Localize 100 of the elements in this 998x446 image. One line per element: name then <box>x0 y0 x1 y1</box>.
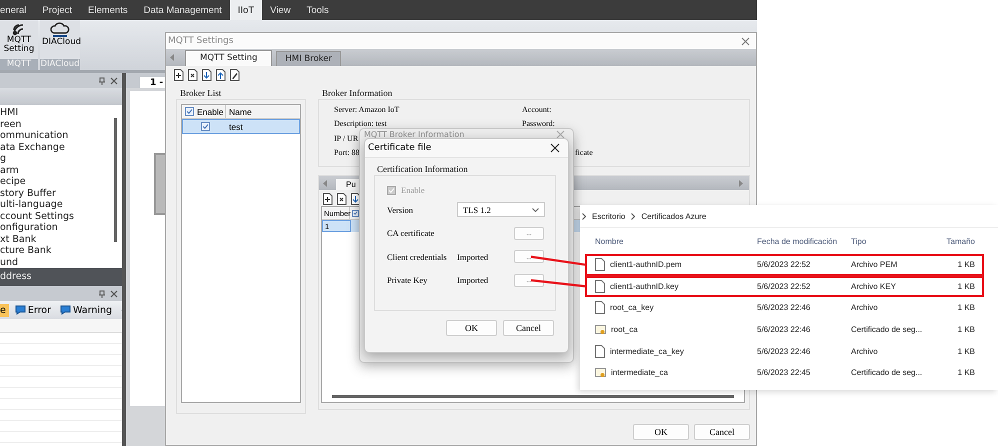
filter-button[interactable]: Error <box>14 304 54 316</box>
file-name[interactable]: intermediate_ca_key <box>610 346 684 356</box>
annotation-line <box>530 256 586 266</box>
file-name[interactable]: intermediate_ca <box>611 368 668 378</box>
column-header[interactable]: Tipo <box>851 236 930 246</box>
dialog-button[interactable]: Cancel <box>503 320 554 336</box>
field-label: Private Key <box>387 275 428 286</box>
export-icon[interactable] <box>216 68 226 80</box>
delete-icon[interactable] <box>337 192 347 204</box>
group-label: DIACloud <box>40 59 80 70</box>
window-title: MQTT Settings <box>168 36 234 46</box>
checkbox[interactable] <box>352 210 359 216</box>
table-cell-text: Archivo PEM <box>851 260 898 270</box>
scroll-left-icon <box>170 54 175 61</box>
table-cell-text: Certificado de seg... <box>851 368 924 378</box>
table-cell-text: 5/6/2023 22:52 <box>757 260 812 270</box>
tree-item[interactable]: onfiguration <box>0 222 122 234</box>
tree-item[interactable]: und <box>0 256 122 268</box>
file-name[interactable]: root_ca <box>611 325 638 334</box>
table-cell-text: Certificado de seg... <box>851 325 924 334</box>
info-text: ficate <box>575 148 593 158</box>
info-text: Server: Amazon IoT <box>334 105 400 115</box>
filter-button[interactable]: e <box>0 304 9 316</box>
column-header[interactable]: Fecha de modificación <box>757 236 851 246</box>
close-icon[interactable] <box>550 143 560 153</box>
checkbox-label: Enable <box>401 185 425 195</box>
ribbon-button[interactable]: MQTT Setting <box>0 22 38 54</box>
tree-item[interactable]: g <box>0 153 122 164</box>
dialog-button[interactable]: OK <box>633 424 689 440</box>
checkbox[interactable] <box>185 107 194 116</box>
tab[interactable]: MQTT Setting <box>185 50 272 66</box>
table-header-cell: Enable <box>182 105 226 118</box>
import-icon[interactable] <box>202 68 212 80</box>
tree-item[interactable]: ata Exchange <box>0 142 122 153</box>
table-cell-text: Archivo KEY <box>851 282 897 291</box>
tree-item[interactable]: HMI <box>0 107 122 118</box>
ribbon-button[interactable]: DIACloud <box>40 22 80 47</box>
table-cell-text: Archivo <box>851 346 879 356</box>
menu-tab[interactable]: IIoT <box>230 0 262 20</box>
add-icon[interactable] <box>323 192 333 204</box>
group-title: Broker Information <box>322 88 394 99</box>
dialog-button[interactable]: Cancel <box>694 424 750 440</box>
message-icon <box>14 305 26 315</box>
window-title: Certificate file <box>368 143 432 153</box>
column-header[interactable]: Tamaño <box>930 236 975 246</box>
table-cell-text: 5/6/2023 22:52 <box>757 282 812 291</box>
column-header[interactable]: Nombre <box>595 236 757 246</box>
menu-tab[interactable]: View <box>262 0 299 20</box>
field-label: Client credentials <box>387 252 448 262</box>
table-cell-text: test <box>228 120 243 133</box>
status-text: Imported <box>457 275 490 286</box>
menu-tab[interactable]: eneral <box>0 0 34 20</box>
file-name[interactable]: client1-authnID.pem <box>610 260 682 270</box>
table-cell-text: 1 KB <box>956 368 975 378</box>
dropdown[interactable]: TLS 1.2 <box>457 202 545 218</box>
file-icon <box>595 280 605 293</box>
chevron-down-icon <box>532 208 539 212</box>
filter-button[interactable]: Warning <box>60 304 116 316</box>
tree-item[interactable]: reen <box>0 118 122 130</box>
edit-icon[interactable] <box>230 68 240 80</box>
checkbox[interactable] <box>200 122 210 131</box>
file-name[interactable]: root_ca_key <box>610 303 654 312</box>
address-bar: ddress <box>0 268 122 286</box>
menu-tab[interactable]: Data Management <box>136 0 230 20</box>
group-label: MQTT <box>0 59 38 70</box>
scrollbar[interactable] <box>114 118 117 242</box>
tree-item[interactable]: ulti-language <box>0 199 122 210</box>
file-name[interactable]: client1-authnID.key <box>610 282 678 291</box>
menu-tab[interactable]: Project <box>34 0 80 20</box>
table-row[interactable]: test <box>182 119 300 134</box>
import-icon[interactable] <box>351 192 361 204</box>
scroll-right-icon <box>738 180 743 186</box>
menu-tab[interactable]: Tools <box>298 0 337 20</box>
tree-item[interactable]: story Buffer <box>0 188 122 199</box>
info-text: IP / UR <box>334 134 358 144</box>
menu-tab[interactable]: Elements <box>80 0 136 20</box>
breadcrumb-item[interactable]: Escritorio <box>592 212 626 220</box>
tree-item[interactable]: cture Bank <box>0 245 122 256</box>
table-cell-text: 5/6/2023 22:46 <box>757 303 812 312</box>
scrollbar[interactable] <box>332 395 734 398</box>
field-label: Version <box>387 204 414 215</box>
tree-item[interactable]: ccount Settings <box>0 210 122 222</box>
table-cell-text: 1 KB <box>956 260 975 270</box>
table-cell-text: 5/6/2023 22:45 <box>757 368 812 378</box>
close-icon <box>110 290 118 298</box>
info-text: Port: 88 <box>334 148 360 158</box>
scroll-left-icon <box>323 180 328 186</box>
delete-icon[interactable] <box>188 68 198 80</box>
tree-item[interactable]: ommunication <box>0 130 122 142</box>
file-icon <box>595 258 605 272</box>
status-text: Imported <box>457 252 490 262</box>
breadcrumb-item[interactable]: Certificados Azure <box>641 212 706 220</box>
table-cell-text: 1 KB <box>956 303 975 312</box>
add-icon[interactable] <box>174 68 184 80</box>
dialog-button[interactable]: OK <box>446 320 497 336</box>
certificate-icon <box>595 324 606 336</box>
tab[interactable]: HMI Broker <box>276 51 342 66</box>
tree-item[interactable]: xt Bank <box>0 234 122 245</box>
tree-item[interactable]: arm <box>0 164 122 176</box>
tree-item[interactable]: ecipe <box>0 176 122 188</box>
